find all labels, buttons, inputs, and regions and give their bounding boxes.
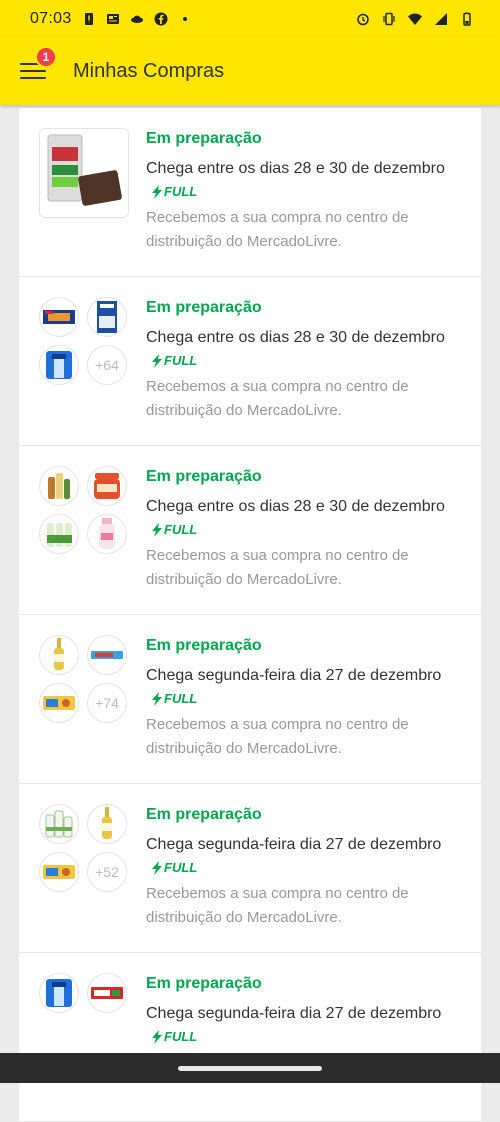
product-thumbnail bbox=[87, 635, 127, 675]
product-thumbnail bbox=[87, 297, 127, 337]
lotion-bottle-icon bbox=[99, 518, 115, 549]
system-nav-bar bbox=[0, 1053, 500, 1083]
full-badge: FULL bbox=[152, 856, 197, 879]
facebook-icon bbox=[154, 12, 168, 25]
product-thumbnails: +74 bbox=[39, 635, 129, 725]
order-description: Recebemos a sua compra no centro de dist… bbox=[146, 378, 409, 419]
vibrate-icon bbox=[383, 12, 395, 25]
status-time: 07:03 bbox=[30, 9, 72, 27]
cracker-box-icon bbox=[43, 310, 75, 324]
order-eta: Chega entre os dias 28 e 30 de dezembro F… bbox=[146, 495, 466, 543]
product-thumbnail bbox=[87, 973, 127, 1013]
order-status: Em preparação bbox=[146, 975, 262, 992]
app-bar: 1 Minhas Compras bbox=[0, 37, 500, 105]
jam-jar-icon bbox=[94, 473, 120, 499]
alarm-icon bbox=[357, 13, 369, 25]
battery-icon bbox=[463, 12, 471, 26]
product-thumbnail bbox=[87, 804, 127, 844]
order-description: Recebemos a sua compra no centro de dist… bbox=[146, 209, 409, 250]
beer-bottle-icon bbox=[54, 638, 64, 670]
order-card[interactable]: Em preparação Chega entre os dias 28 e 3… bbox=[19, 108, 481, 277]
biscuit-pack-icon bbox=[43, 696, 75, 710]
home-gesture-handle[interactable] bbox=[178, 1066, 322, 1071]
alert-icon bbox=[84, 12, 93, 25]
lightning-icon bbox=[152, 860, 162, 875]
product-thumbnail bbox=[39, 466, 79, 506]
order-card[interactable]: +52 Em preparação Chega segunda-feira di… bbox=[19, 784, 481, 953]
news-icon bbox=[106, 13, 119, 24]
order-eta: Chega entre os dias 28 e 30 de dezembro F… bbox=[146, 326, 466, 374]
orders-list: Em preparação Chega entre os dias 28 e 3… bbox=[19, 108, 481, 1122]
order-status: Em preparação bbox=[146, 468, 262, 485]
dot-icon bbox=[182, 16, 187, 21]
product-thumbnail bbox=[39, 635, 79, 675]
product-thumbnail bbox=[87, 466, 127, 506]
razor-pack-icon bbox=[46, 351, 72, 379]
product-thumbnail bbox=[39, 973, 79, 1013]
order-status: Em preparação bbox=[146, 299, 262, 316]
order-card[interactable]: +64 Em preparação Chega entre os dias 28… bbox=[19, 277, 481, 446]
more-items-count: +74 bbox=[87, 683, 127, 723]
more-items-count: +64 bbox=[87, 345, 127, 385]
order-eta: Chega entre os dias 28 e 30 de dezembro F… bbox=[146, 157, 466, 205]
full-badge: FULL bbox=[152, 1025, 197, 1048]
order-card[interactable]: Em preparação Chega segunda-feira dia 27… bbox=[19, 953, 481, 1122]
napkin-pack-icon bbox=[97, 301, 117, 333]
product-thumbnail bbox=[39, 128, 129, 218]
cap-icon bbox=[130, 15, 143, 23]
menu-button[interactable]: 1 bbox=[20, 46, 57, 81]
lightning-icon bbox=[152, 353, 162, 368]
product-thumbnails bbox=[39, 973, 129, 1063]
full-badge: FULL bbox=[152, 518, 197, 541]
product-thumbnail bbox=[39, 345, 79, 385]
full-badge: FULL bbox=[152, 180, 197, 203]
product-thumbnail bbox=[39, 683, 79, 723]
full-badge: FULL bbox=[152, 687, 197, 710]
order-eta: Chega segunda-feira dia 27 de dezembro FU… bbox=[146, 1002, 466, 1050]
order-card[interactable]: +74 Em preparação Chega segunda-feira di… bbox=[19, 615, 481, 784]
condiment-bottles-icon bbox=[48, 473, 70, 499]
product-thumbnail bbox=[87, 514, 127, 554]
lightning-icon bbox=[152, 184, 162, 199]
order-eta: Chega segunda-feira dia 27 de dezembro FU… bbox=[146, 833, 466, 881]
product-thumbnails bbox=[39, 466, 129, 556]
product-thumbnail bbox=[39, 514, 79, 554]
status-bar: 07:03 bbox=[0, 0, 500, 37]
page-title: Minhas Compras bbox=[73, 59, 225, 82]
sponge-pack-icon bbox=[40, 129, 128, 217]
order-status: Em preparação bbox=[146, 806, 262, 823]
product-thumbnail bbox=[39, 852, 79, 892]
lightning-icon bbox=[152, 522, 162, 537]
order-status: Em preparação bbox=[146, 130, 262, 147]
product-thumbnails: +52 bbox=[39, 804, 129, 894]
product-thumbnails: +64 bbox=[39, 297, 129, 387]
beer-bottle-icon bbox=[102, 807, 112, 839]
order-card[interactable]: Em preparação Chega entre os dias 28 e 3… bbox=[19, 446, 481, 615]
green-bottles-icon bbox=[47, 523, 72, 547]
wifi-icon bbox=[408, 13, 422, 25]
order-description: Recebemos a sua compra no centro de dist… bbox=[146, 547, 409, 588]
toothpaste-box-icon bbox=[91, 987, 123, 999]
biscuit-pack-icon bbox=[43, 865, 75, 879]
order-description: Recebemos a sua compra no centro de dist… bbox=[146, 716, 409, 757]
full-badge: FULL bbox=[152, 349, 197, 372]
wafer-bar-icon bbox=[91, 651, 123, 659]
product-thumbnail bbox=[39, 297, 79, 337]
razor-pack-icon bbox=[46, 979, 72, 1007]
order-description: Recebemos a sua compra no centro de dist… bbox=[146, 885, 409, 926]
lightning-icon bbox=[152, 1029, 162, 1044]
order-eta: Chega segunda-feira dia 27 de dezembro FU… bbox=[146, 664, 466, 712]
more-items-count: +52 bbox=[87, 852, 127, 892]
order-status: Em preparação bbox=[146, 637, 262, 654]
notification-badge: 1 bbox=[35, 46, 57, 68]
signal-icon bbox=[435, 12, 447, 25]
product-thumbnail bbox=[39, 804, 79, 844]
cream-bottles-icon bbox=[45, 810, 73, 838]
lightning-icon bbox=[152, 691, 162, 706]
